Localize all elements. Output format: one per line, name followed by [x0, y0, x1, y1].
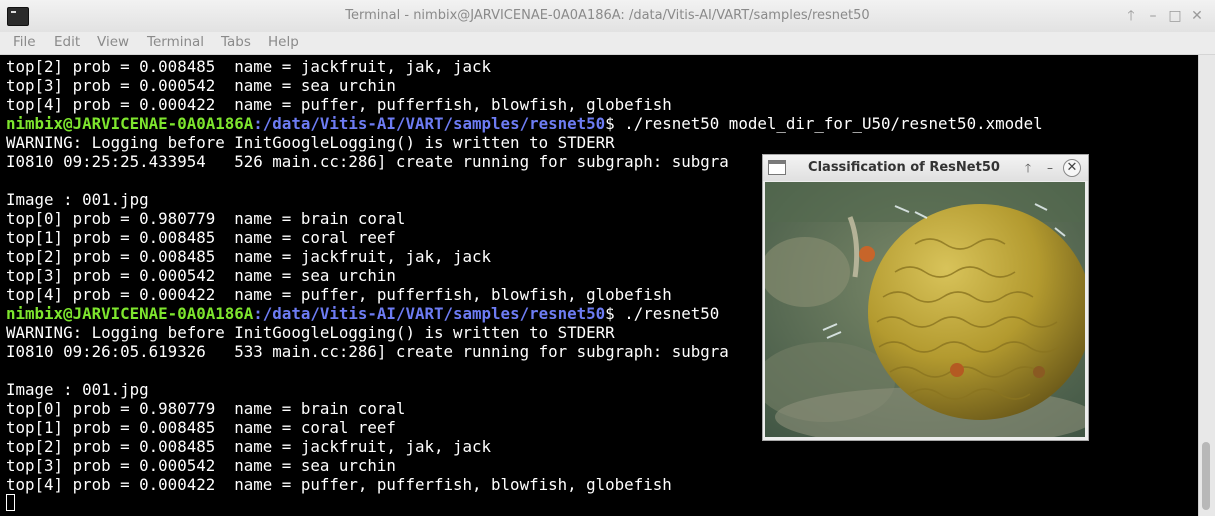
menu-tabs[interactable]: Tabs: [221, 34, 251, 50]
classification-window-title: Classification of ResNet50: [808, 160, 1000, 175]
close-button[interactable]: ✕: [1063, 159, 1081, 177]
terminal-line: top[4] prob = 0.000422 name = puffer, pu…: [6, 475, 672, 494]
prompt-user-host: nimbix@JARVICENAE-0A0A186A: [6, 114, 254, 133]
maximize-button[interactable]: □: [1165, 6, 1185, 26]
classification-window[interactable]: Classification of ResNet50 🡑 – ✕: [762, 154, 1089, 441]
minimize-button[interactable]: –: [1041, 159, 1059, 177]
terminal-line: top[3] prob = 0.000542 name = sea urchin: [6, 76, 396, 95]
classified-image: [765, 182, 1085, 437]
classification-window-titlebar[interactable]: Classification of ResNet50 🡑 – ✕: [763, 155, 1088, 181]
menu-file[interactable]: File: [13, 34, 36, 50]
maximize-up-icon[interactable]: 🡑: [1121, 6, 1141, 26]
terminal-cursor: [6, 494, 15, 511]
prompt-path: :/data/Vitis-AI/VART/samples/resnet50: [253, 304, 606, 323]
close-button[interactable]: ✕: [1187, 6, 1207, 26]
prompt-path: :/data/Vitis-AI/VART/samples/resnet50: [253, 114, 606, 133]
minimize-button[interactable]: –: [1143, 6, 1163, 26]
menu-help[interactable]: Help: [268, 34, 299, 50]
prompt-command: $ ./resnet50 model_dir_for_U50/resnet50.…: [605, 114, 1043, 133]
menu-terminal[interactable]: Terminal: [147, 34, 204, 50]
terminal-line: top[2] prob = 0.008485 name = jackfruit,…: [6, 57, 492, 76]
terminal-line: top[3] prob = 0.000542 name = sea urchin: [6, 456, 396, 475]
terminal-line: WARNING: Logging before InitGoogleLoggin…: [6, 133, 615, 152]
window-titlebar[interactable]: Terminal - nimbix@JARVICENAE-0A0A186A: /…: [0, 0, 1215, 33]
menu-edit[interactable]: Edit: [54, 34, 80, 50]
terminal-line: nimbix@JARVICENAE-0A0A186A:/data/Vitis-A…: [6, 114, 1062, 133]
brain-coral-photo: [765, 182, 1085, 437]
terminal-line: top[4] prob = 0.000422 name = puffer, pu…: [6, 95, 672, 114]
menu-bar: File Edit View Terminal Tabs Help: [0, 32, 1215, 55]
window-icon[interactable]: [768, 160, 786, 175]
menu-view[interactable]: View: [97, 34, 129, 50]
window-title: Terminal - nimbix@JARVICENAE-0A0A186A: /…: [345, 8, 870, 23]
prompt-user-host: nimbix@JARVICENAE-0A0A186A: [6, 304, 254, 323]
up-arrow-icon[interactable]: 🡑: [1019, 159, 1037, 177]
scrollbar-thumb[interactable]: [1202, 442, 1210, 510]
